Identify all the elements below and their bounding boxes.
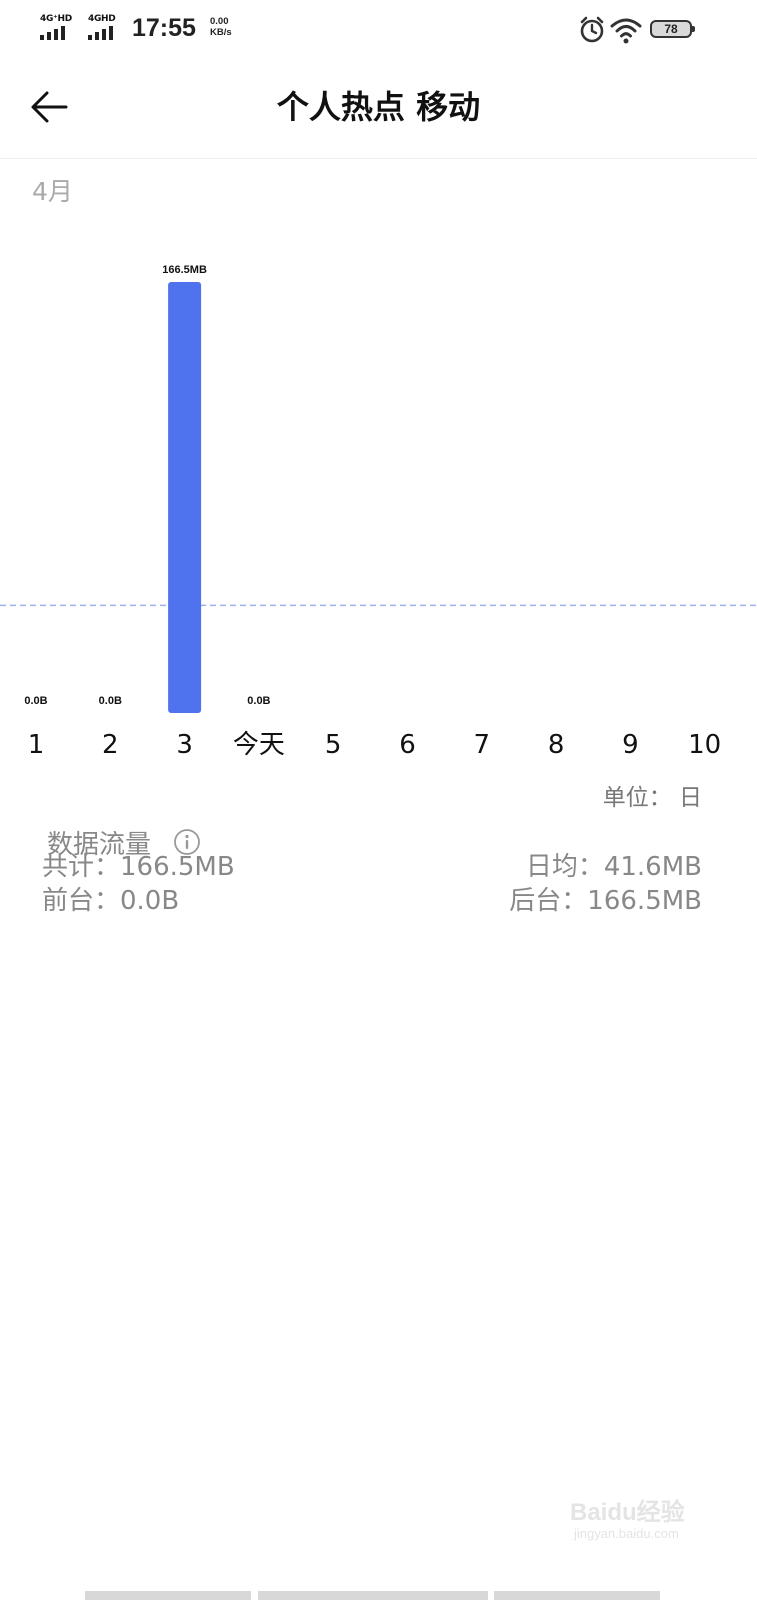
sim1-signal-icon: 4G⁺HD — [40, 14, 74, 42]
battery-icon: 78 — [650, 20, 695, 38]
sim2-network-type: 4GHD — [88, 14, 116, 24]
data-label: 0.0B — [247, 695, 270, 707]
x-tick-label: 9 — [622, 730, 639, 760]
bar-day-3[interactable] — [168, 282, 202, 713]
x-tick-label: 6 — [399, 730, 416, 760]
x-tick-label: 2 — [102, 730, 119, 760]
alarm-icon — [580, 16, 604, 43]
daily-usage-chart: 0.0B 1 0.0B 2 166.5MB 3 0.0B 今天 5 6 7 8 9 10 — [0, 264, 757, 760]
x-tick-label: 1 — [28, 730, 45, 760]
watermark-brand: Baidu经验 — [570, 1499, 685, 1526]
data-label: 0.0B — [99, 695, 122, 707]
foreground-usage: 前台：0.0B — [42, 886, 180, 916]
network-speed-value: 0.00 — [210, 16, 229, 27]
month-label: 4月 — [32, 177, 73, 206]
bottom-bar-segment — [258, 1591, 488, 1600]
app-header: 个人热点 移动 — [0, 60, 757, 159]
bottom-bar-segment — [494, 1591, 660, 1600]
unit-label: 单位： 日 — [602, 785, 702, 811]
sim2-signal-icon: 4GHD — [88, 14, 122, 42]
bottom-bar-segment — [85, 1591, 251, 1600]
status-time: 17:55 — [132, 14, 196, 42]
total-usage: 共计：166.5MB — [42, 852, 235, 882]
network-speed-unit: KB/s — [210, 27, 232, 38]
status-icons: 78 — [578, 16, 718, 44]
x-tick-label: 3 — [176, 730, 193, 760]
watermark-logo: Baidu经验 jingyan.baidu.com — [570, 1500, 685, 1542]
sim1-network-type: 4G⁺HD — [40, 14, 72, 24]
background-usage: 后台：166.5MB — [509, 886, 702, 916]
wifi-icon — [610, 18, 642, 44]
x-tick-label: 8 — [548, 730, 565, 760]
data-label: 0.0B — [24, 695, 47, 707]
network-speed: 0.00 KB/s — [210, 16, 250, 38]
page-title: 个人热点 移动 — [276, 88, 481, 126]
daily-average: 日均：41.6MB — [525, 852, 702, 882]
watermark-site: jingyan.baidu.com — [574, 1526, 679, 1541]
status-bar: 4G⁺HD 4GHD 17:55 0.00 KB/s 78 — [0, 0, 757, 60]
x-tick-label: 今天 — [233, 730, 285, 760]
x-tick-label: 5 — [325, 730, 342, 760]
x-tick-label: 10 — [688, 730, 721, 760]
data-label: 166.5MB — [162, 264, 207, 276]
x-tick-label: 7 — [474, 730, 491, 760]
